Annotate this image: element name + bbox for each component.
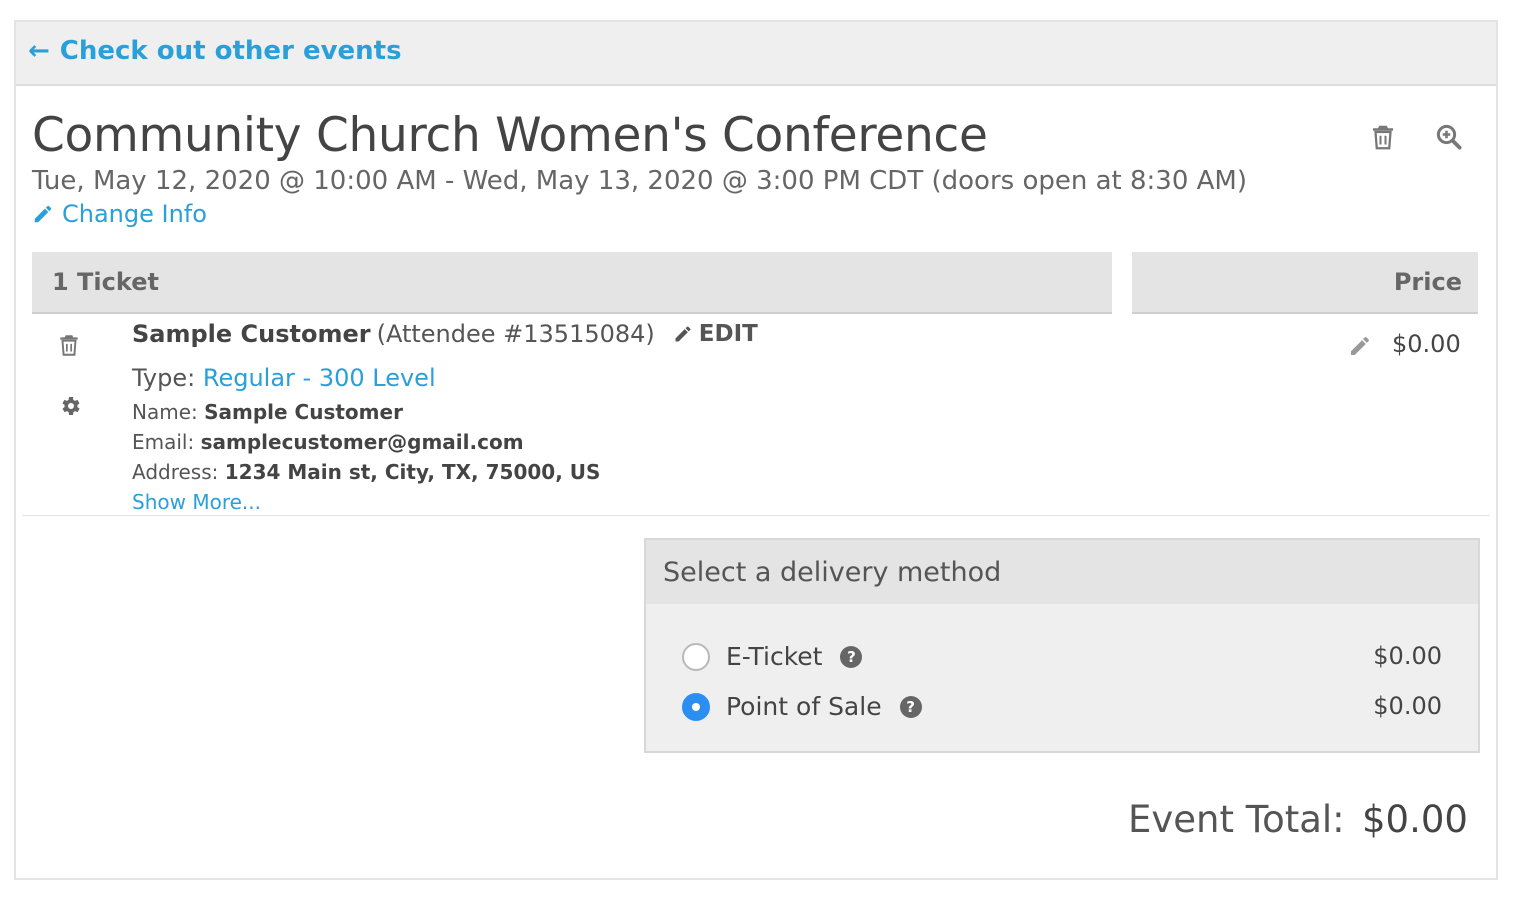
delete-event-trash-icon[interactable] [1368, 122, 1398, 152]
event-total-label: Event Total: [1128, 798, 1345, 841]
edit-label: EDIT [698, 321, 758, 347]
row-divider [22, 515, 1490, 516]
email-value: samplecustomer@gmail.com [200, 430, 524, 454]
attendee-number: (Attendee #13515084) [376, 320, 655, 348]
address-label: Address: [132, 460, 219, 484]
type-label: Type: [132, 364, 196, 392]
price-header: Price [1132, 252, 1478, 314]
eticket-radio[interactable] [682, 642, 710, 671]
event-total-value: $0.00 [1362, 798, 1468, 841]
attendee-line: Sample Customer (Attendee #13515084) EDI… [132, 320, 758, 348]
event-title: Community Church Women's Conference [32, 108, 988, 163]
point-of-sale-radio[interactable] [682, 692, 710, 721]
show-more-link[interactable]: Show More... [132, 490, 261, 514]
detail-address: Address: 1234 Main st, City, TX, 75000, … [132, 460, 600, 484]
event-cart-card: ← Check out other events Community Churc… [14, 20, 1498, 880]
back-link-label: Check out other events [59, 36, 402, 66]
change-info-label: Change Info [62, 200, 207, 228]
delivery-method-panel: Select a delivery method E-Ticket ? $0.0… [644, 538, 1480, 753]
top-bar: ← Check out other events [16, 22, 1496, 86]
point-of-sale-label: Point of Sale [726, 692, 882, 721]
edit-price-pencil-icon[interactable] [1348, 334, 1372, 358]
point-of-sale-price: $0.00 [1373, 692, 1442, 720]
ticket-price: $0.00 [1392, 330, 1461, 358]
customer-name: Sample Customer [132, 320, 371, 348]
email-label: Email: [132, 430, 195, 454]
ticket-count-header: 1 Ticket [32, 252, 1112, 314]
eticket-label: E-Ticket [726, 642, 823, 671]
eticket-price: $0.00 [1373, 642, 1442, 670]
pencil-icon [34, 205, 52, 223]
detail-email: Email: samplecustomer@gmail.com [132, 430, 524, 454]
address-value: 1234 Main st, City, TX, 75000, US [224, 460, 601, 484]
delivery-option-eticket[interactable]: E-Ticket ? [682, 642, 863, 671]
edit-attendee-button[interactable]: EDIT [673, 321, 758, 347]
zoom-in-icon[interactable] [1434, 122, 1464, 152]
detail-name: Name: Sample Customer [132, 400, 403, 424]
delivery-heading: Select a delivery method [646, 540, 1478, 604]
name-label: Name: [132, 400, 198, 424]
change-info-link[interactable]: Change Info [32, 200, 207, 228]
ticket-settings-gear-icon[interactable] [58, 394, 82, 418]
delete-ticket-trash-icon[interactable] [56, 332, 82, 358]
pencil-icon [675, 326, 691, 342]
event-dates: Tue, May 12, 2020 @ 10:00 AM - Wed, May … [32, 166, 1247, 196]
help-icon[interactable]: ? [899, 695, 922, 718]
delivery-option-point-of-sale[interactable]: Point of Sale ? [682, 692, 922, 721]
ticket-type-link[interactable]: Regular - 300 Level [203, 364, 436, 392]
ticket-type-line: Type: Regular - 300 Level [132, 364, 436, 392]
help-icon[interactable]: ? [840, 645, 863, 668]
arrow-left-icon: ← [28, 36, 50, 66]
back-to-events-link[interactable]: ← Check out other events [28, 36, 402, 66]
name-value: Sample Customer [204, 400, 403, 424]
